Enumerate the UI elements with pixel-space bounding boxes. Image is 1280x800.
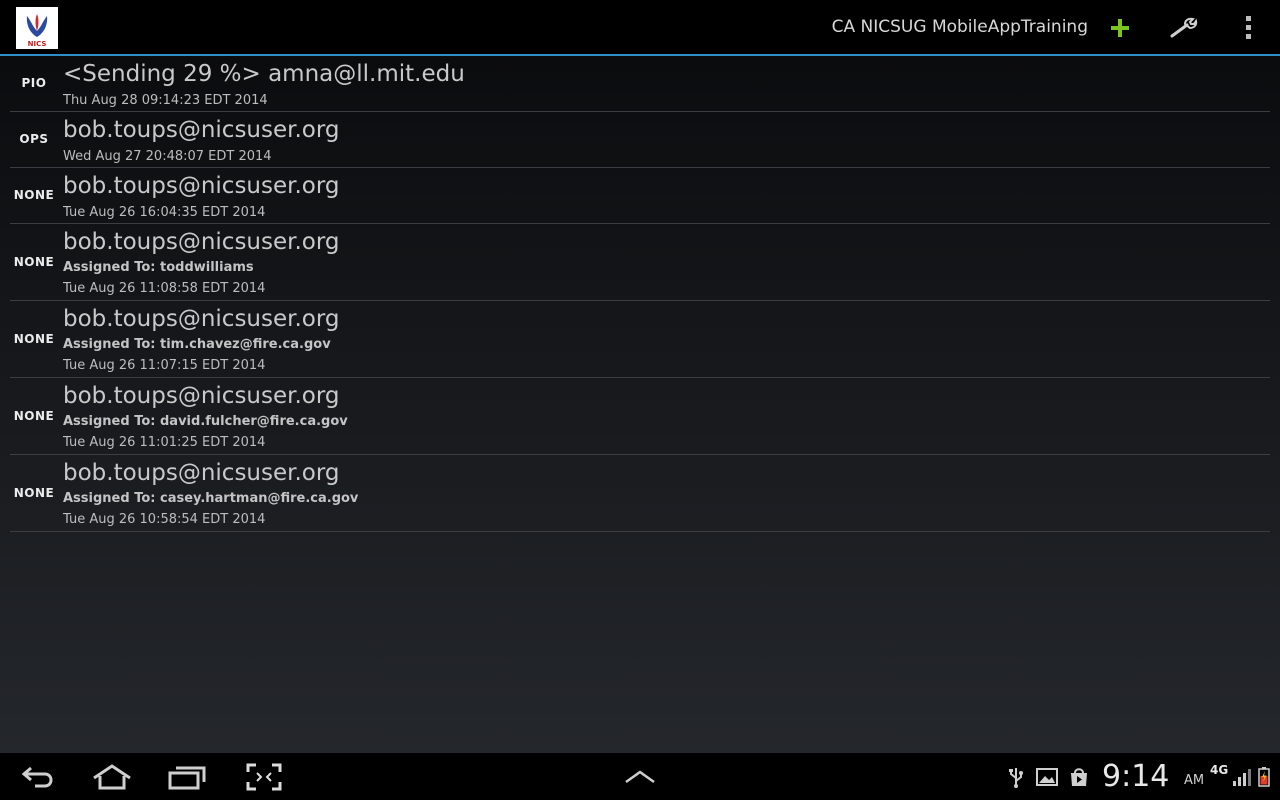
expand-button[interactable]: [620, 761, 660, 793]
sender-label: bob.toups@nicsuser.org: [63, 229, 340, 255]
screenshot-button[interactable]: [244, 761, 284, 793]
back-button[interactable]: [18, 761, 60, 793]
priority-badge: NONE: [13, 409, 55, 423]
plus-icon: [1111, 19, 1129, 37]
timestamp: Tue Aug 26 11:08:58 EDT 2014: [63, 281, 266, 296]
svg-text:NICS: NICS: [28, 40, 47, 48]
back-icon: [21, 766, 53, 788]
sender-label: bob.toups@nicsuser.org: [63, 173, 340, 199]
clock: 9:14: [1102, 759, 1170, 794]
timestamp: Wed Aug 27 20:48:07 EDT 2014: [63, 149, 272, 164]
nics-logo-icon[interactable]: NICS: [16, 7, 58, 49]
message-row[interactable]: NONE bob.toups@nicsuser.org Tue Aug 26 1…: [10, 168, 1270, 224]
priority-badge: NONE: [13, 255, 55, 269]
overflow-menu-button[interactable]: [1228, 8, 1268, 48]
message-list-area: PIO <Sending 29 %> amna@ll.mit.edu Thu A…: [0, 56, 1280, 753]
sender-label: bob.toups@nicsuser.org: [63, 117, 340, 143]
add-message-button[interactable]: [1100, 8, 1140, 48]
priority-badge: NONE: [13, 188, 55, 202]
screenshot-icon: [246, 763, 282, 791]
priority-badge: PIO: [21, 76, 47, 90]
timestamp: Tue Aug 26 11:07:15 EDT 2014: [63, 358, 266, 373]
gallery-icon: [1035, 765, 1059, 789]
timestamp: Tue Aug 26 10:58:54 EDT 2014: [63, 512, 266, 527]
signal-icon: [1230, 765, 1254, 789]
message-row[interactable]: PIO <Sending 29 %> amna@ll.mit.edu Thu A…: [10, 56, 1270, 112]
sender-label: <Sending 29 %> amna@ll.mit.edu: [63, 61, 465, 87]
message-row[interactable]: NONE bob.toups@nicsuser.org Assigned To:…: [10, 455, 1270, 532]
timestamp: Thu Aug 28 09:14:23 EDT 2014: [63, 93, 268, 108]
battery-icon: [1256, 765, 1272, 789]
sender-label: bob.toups@nicsuser.org: [63, 383, 340, 409]
usb-icon: [1004, 765, 1028, 789]
system-navigation-bar: 9:14 AM 4G: [0, 753, 1280, 800]
clock-ampm: AM: [1184, 773, 1205, 788]
app-title: CA NICSUG MobileAppTraining: [831, 17, 1088, 37]
sender-label: bob.toups@nicsuser.org: [63, 460, 340, 486]
assigned-to-label: Assigned To: david.fulcher@fire.ca.gov: [63, 414, 348, 429]
settings-button[interactable]: [1164, 8, 1204, 48]
assigned-to-label: Assigned To: casey.hartman@fire.ca.gov: [63, 491, 359, 506]
sender-label: bob.toups@nicsuser.org: [63, 306, 340, 332]
priority-badge: OPS: [19, 132, 49, 146]
play-store-icon: [1067, 765, 1091, 789]
message-row[interactable]: OPS bob.toups@nicsuser.org Wed Aug 27 20…: [10, 112, 1270, 168]
message-list[interactable]: PIO <Sending 29 %> amna@ll.mit.edu Thu A…: [10, 56, 1270, 532]
assigned-to-label: Assigned To: tim.chavez@fire.ca.gov: [63, 337, 331, 352]
priority-badge: NONE: [13, 332, 55, 346]
home-icon: [93, 764, 131, 790]
home-button[interactable]: [90, 761, 134, 793]
message-row[interactable]: NONE bob.toups@nicsuser.org Assigned To:…: [10, 224, 1270, 301]
recent-apps-button[interactable]: [166, 761, 208, 793]
timestamp: Tue Aug 26 11:01:25 EDT 2014: [63, 435, 266, 450]
timestamp: Tue Aug 26 16:04:35 EDT 2014: [63, 205, 266, 220]
network-type: 4G: [1210, 763, 1229, 777]
assigned-to-label: Assigned To: toddwilliams: [63, 260, 254, 275]
message-row[interactable]: NONE bob.toups@nicsuser.org Assigned To:…: [10, 378, 1270, 455]
expand-up-icon: [625, 770, 655, 784]
overflow-menu-icon: [1246, 16, 1251, 39]
recent-apps-icon: [168, 766, 206, 790]
message-row[interactable]: NONE bob.toups@nicsuser.org Assigned To:…: [10, 301, 1270, 378]
priority-badge: NONE: [13, 486, 55, 500]
wrench-icon: [1170, 17, 1198, 38]
action-bar: NICS CA NICSUG MobileAppTraining: [0, 0, 1280, 56]
